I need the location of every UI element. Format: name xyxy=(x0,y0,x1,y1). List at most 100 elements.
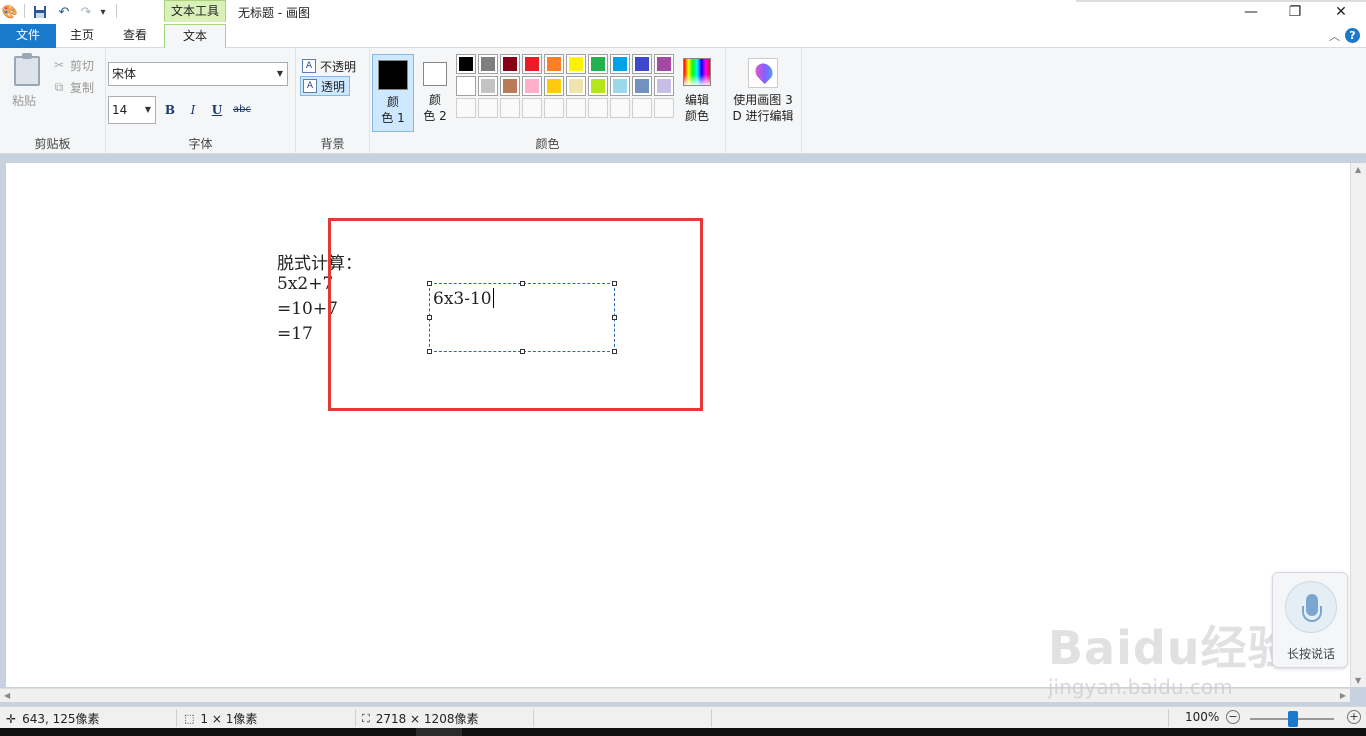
paint3d-label-line2: D 进行编辑 xyxy=(732,109,794,123)
palette-color-fill xyxy=(547,79,561,93)
palette-color-swatch[interactable] xyxy=(610,76,630,96)
tab-view[interactable]: 查看 xyxy=(110,24,160,48)
palette-color-fill xyxy=(481,57,495,71)
palette-color-swatch[interactable] xyxy=(632,54,652,74)
palette-color-fill xyxy=(591,79,605,93)
resize-handle[interactable] xyxy=(427,349,432,354)
vertical-scrollbar[interactable]: ▲ ▼ xyxy=(1350,163,1366,687)
selection-size: ⬚ 1 × 1像素 xyxy=(184,710,257,727)
active-text-box[interactable]: 6x3-10 xyxy=(427,281,617,354)
tab-text[interactable]: 文本 xyxy=(164,24,226,49)
customize-toolbar-icon[interactable]: ▾ xyxy=(96,3,110,21)
palette-color-fill xyxy=(459,57,473,71)
clipboard-icon[interactable] xyxy=(14,53,40,86)
edit-with-paint3d-button[interactable]: 使用画图 3 D 进行编辑 xyxy=(728,56,798,124)
palette-color-swatch[interactable] xyxy=(544,76,564,96)
restore-icon[interactable]: ❐ xyxy=(1272,0,1318,24)
close-icon[interactable]: ✕ xyxy=(1318,0,1364,24)
palette-color-swatch[interactable] xyxy=(588,76,608,96)
ribbon-tabs: 文件 主页 查看 文本 ︿ ? xyxy=(0,24,1366,49)
paint3d-label-line1: 使用画图 3 xyxy=(733,93,793,107)
copy-button[interactable]: ⧉ 复制 xyxy=(52,78,94,96)
palette-custom-slot[interactable] xyxy=(522,98,542,118)
bold-button[interactable]: B xyxy=(160,100,180,120)
underline-button[interactable]: U xyxy=(207,100,227,120)
scroll-up-icon[interactable]: ▲ xyxy=(1355,165,1361,174)
transparent-text-icon: A xyxy=(303,79,317,93)
palette-color-swatch[interactable] xyxy=(522,76,542,96)
scroll-down-icon[interactable]: ▼ xyxy=(1355,676,1361,685)
collapse-ribbon-icon[interactable]: ︿ xyxy=(1329,28,1340,44)
palette-color-swatch[interactable] xyxy=(478,54,498,74)
palette-custom-slot[interactable] xyxy=(566,98,586,118)
microphone-icon[interactable] xyxy=(1285,581,1337,633)
palette-color-fill xyxy=(613,57,627,71)
undo-icon[interactable]: ↶ xyxy=(54,3,74,21)
paste-button[interactable]: 粘贴 xyxy=(12,92,36,109)
palette-color-fill xyxy=(503,57,517,71)
transparent-label: 透明 xyxy=(321,79,346,94)
palette-color-swatch[interactable] xyxy=(522,54,542,74)
palette-color-swatch[interactable] xyxy=(500,76,520,96)
palette-color-swatch[interactable] xyxy=(566,54,586,74)
minimize-icon[interactable]: — xyxy=(1228,0,1274,24)
quick-access-separator xyxy=(24,4,25,18)
palette-color-swatch[interactable] xyxy=(500,54,520,74)
voice-input-label: 长按说话 xyxy=(1286,647,1335,661)
palette-color-fill xyxy=(547,57,561,71)
status-bar: ✛ 643, 125像素 ⬚ 1 × 1像素 ⛶ 2718 × 1208像素 1… xyxy=(0,706,1366,728)
strikethrough-button[interactable]: abc xyxy=(230,100,254,120)
drawing-canvas[interactable]: 脱式计算： 5x2+7 =10+7 =17 6x3-10 xyxy=(6,163,1350,687)
palette-color-swatch[interactable] xyxy=(456,76,476,96)
edit-colors-line1: 编辑 xyxy=(684,93,709,107)
edit-colors-button[interactable]: 编辑 颜色 xyxy=(680,56,714,124)
palette-custom-slot[interactable] xyxy=(478,98,498,118)
opaque-button[interactable]: A 不透明 xyxy=(300,56,360,76)
palette-custom-slot[interactable] xyxy=(588,98,608,118)
resize-handle[interactable] xyxy=(612,281,617,286)
palette-color-fill xyxy=(635,57,649,71)
font-size-select[interactable]: 14 ▼ xyxy=(108,96,156,124)
voice-input-widget[interactable]: 长按说话 xyxy=(1272,572,1348,668)
palette-color-swatch[interactable] xyxy=(588,54,608,74)
resize-handle[interactable] xyxy=(520,349,525,354)
palette-custom-slot[interactable] xyxy=(632,98,652,118)
resize-handle[interactable] xyxy=(612,315,617,320)
paint-app-icon[interactable]: 🎨 xyxy=(0,3,20,21)
redo-icon[interactable]: ↷ xyxy=(76,3,96,21)
palette-color-swatch[interactable] xyxy=(610,54,630,74)
resize-handle[interactable] xyxy=(427,281,432,286)
palette-color-swatch[interactable] xyxy=(654,54,674,74)
resize-handle[interactable] xyxy=(427,315,432,320)
color1-button[interactable]: 颜 色 1 xyxy=(372,54,414,132)
cut-button[interactable]: ✂ 剪切 xyxy=(52,56,94,74)
zoom-slider-thumb[interactable] xyxy=(1288,711,1298,727)
palette-custom-slot[interactable] xyxy=(654,98,674,118)
palette-color-swatch[interactable] xyxy=(566,76,586,96)
font-family-select[interactable]: 宋体 ▼ xyxy=(108,62,288,86)
palette-color-swatch[interactable] xyxy=(478,76,498,96)
palette-color-swatch[interactable] xyxy=(654,76,674,96)
scroll-left-icon[interactable]: ◀ xyxy=(4,691,10,700)
resize-handle[interactable] xyxy=(520,281,525,286)
scissors-icon: ✂ xyxy=(53,58,65,72)
palette-color-swatch[interactable] xyxy=(544,54,564,74)
palette-color-swatch[interactable] xyxy=(632,76,652,96)
help-icon[interactable]: ? xyxy=(1345,28,1360,43)
taskbar-active-item[interactable] xyxy=(416,728,462,736)
resize-handle[interactable] xyxy=(612,349,617,354)
palette-custom-slot[interactable] xyxy=(500,98,520,118)
zoom-out-button[interactable]: − xyxy=(1226,710,1240,724)
tab-file[interactable]: 文件 xyxy=(0,24,56,48)
palette-custom-slot[interactable] xyxy=(610,98,630,118)
save-icon[interactable] xyxy=(30,3,50,21)
zoom-in-button[interactable]: + xyxy=(1347,710,1361,724)
transparent-button[interactable]: A 透明 xyxy=(300,76,351,96)
scroll-right-icon[interactable]: ▶ xyxy=(1340,691,1346,700)
tab-home[interactable]: 主页 xyxy=(58,24,106,48)
italic-button[interactable]: I xyxy=(183,100,203,120)
color2-button[interactable]: 颜 色 2 xyxy=(414,54,456,132)
palette-custom-slot[interactable] xyxy=(456,98,476,118)
palette-custom-slot[interactable] xyxy=(544,98,564,118)
palette-color-swatch[interactable] xyxy=(456,54,476,74)
